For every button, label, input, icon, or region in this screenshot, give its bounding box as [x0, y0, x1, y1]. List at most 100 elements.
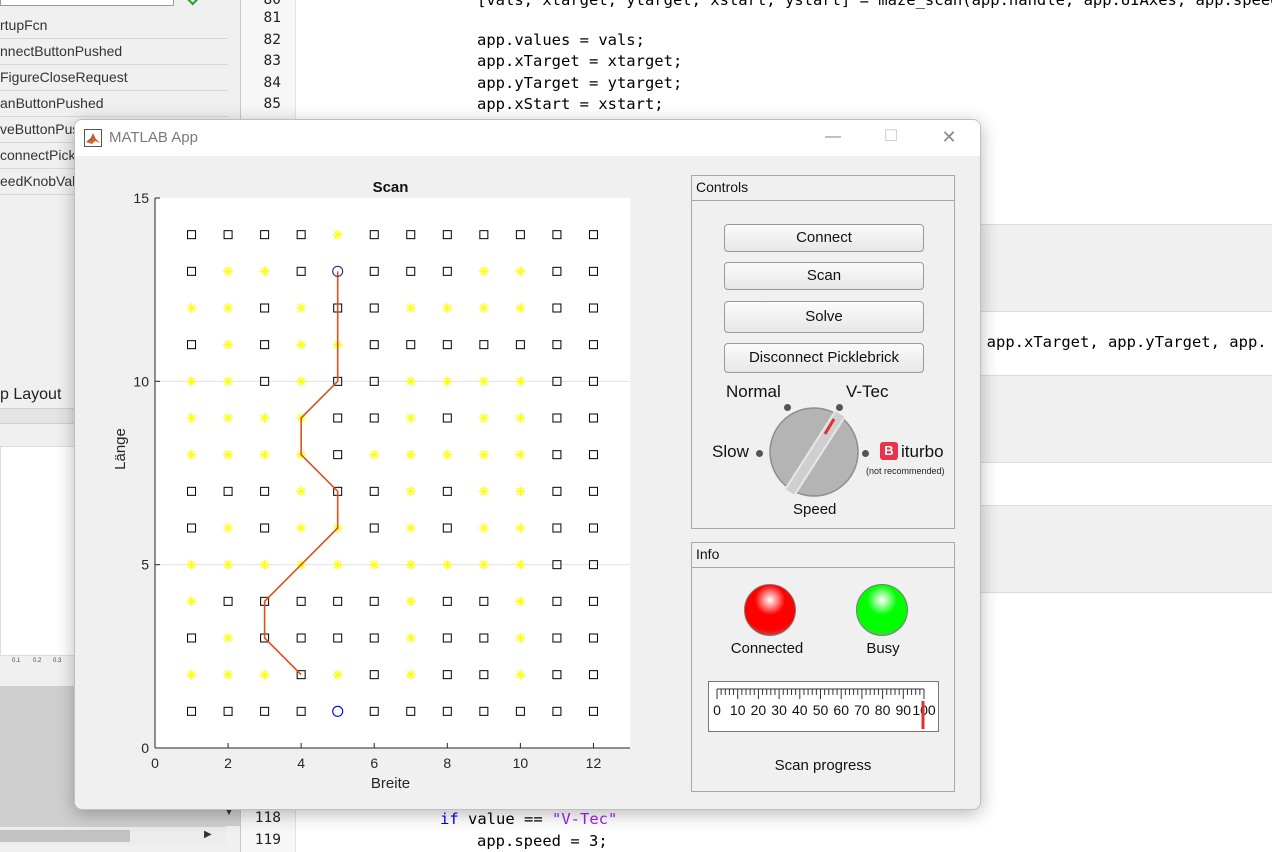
busy-label: Busy	[866, 640, 900, 657]
free-cell-marker	[259, 413, 270, 423]
free-cell-marker	[223, 449, 234, 460]
line-number: 80	[263, 0, 281, 8]
info-panel-title: Info	[692, 543, 954, 568]
x-tick-label: 2	[224, 755, 232, 771]
line-number: 83	[263, 53, 281, 69]
code-line[interactable]: [vals, xtarget, ytarget, xstart, ystart]…	[477, 0, 1272, 9]
preview-tick: 0.2	[33, 658, 42, 664]
callback-item[interactable]: anButtonPushed	[0, 91, 228, 117]
free-cell-marker	[478, 303, 489, 313]
free-cell-marker	[296, 486, 307, 497]
matlab-app-window: MATLAB App — ☐ ✕ 0 2 4 6 8 10 12 0 5 10 15 Scan Brei…	[74, 119, 981, 810]
code-keyword: if	[440, 810, 459, 828]
free-cell-marker	[259, 449, 270, 460]
connected-lamp	[744, 584, 796, 636]
callback-item[interactable]: nnectButtonPushed	[0, 39, 228, 65]
gauge-tick-label: 20	[751, 702, 767, 718]
scan-button[interactable]: Scan	[724, 262, 924, 290]
code-line[interactable]: app.xTarget = xtarget;	[477, 52, 682, 70]
connect-button[interactable]: Connect	[724, 224, 924, 252]
free-cell-marker	[369, 449, 380, 460]
controls-panel: Controls Connect Scan Solve Disconnect P…	[691, 175, 955, 529]
free-cell-marker	[223, 303, 234, 313]
x-tick-label: 4	[297, 755, 305, 771]
callback-item[interactable]: rtupFcn	[0, 13, 228, 39]
free-cell-marker	[405, 449, 416, 460]
matlab-logo-icon	[84, 129, 102, 147]
code-line[interactable]: app.values = vals;	[477, 31, 645, 49]
gauge-tick-label: 60	[833, 702, 849, 718]
line-number: 119	[254, 832, 281, 848]
horizontal-scrollbar[interactable]: ▶	[0, 826, 226, 845]
scan-axes[interactable]: 0 2 4 6 8 10 12 0 5 10 15 Scan Breite Länge	[75, 156, 675, 806]
x-tick-label: 8	[443, 755, 451, 771]
disconnect-picklebrick-button[interactable]: Disconnect Picklebrick	[724, 343, 924, 373]
line-number: 85	[263, 96, 281, 112]
gauge-tick-label: 40	[792, 702, 808, 718]
solve-button[interactable]: Solve	[724, 301, 924, 333]
free-cell-marker	[223, 523, 234, 533]
free-cell-marker	[442, 303, 453, 313]
add-callback-icon[interactable]	[185, 0, 199, 6]
gauge-tick-label: 70	[854, 702, 870, 718]
connected-label: Connected	[730, 640, 804, 657]
y-tick-label: 15	[133, 190, 149, 206]
maximize-button[interactable]: ☐	[862, 120, 920, 156]
code-line[interactable]: if value == "V-Tec"	[440, 810, 617, 828]
x-tick-label: 0	[151, 755, 159, 771]
free-cell-marker	[405, 486, 416, 497]
gauge-tick-label: 0	[713, 702, 721, 718]
x-tick-label: 6	[370, 755, 378, 771]
scroll-right-icon[interactable]: ▶	[204, 829, 212, 840]
info-panel: Info Connected Busy 01020304050607080901…	[691, 542, 955, 792]
callback-search-input[interactable]	[0, 0, 174, 6]
title-bar[interactable]: MATLAB App — ☐ ✕	[75, 120, 980, 156]
speed-knob[interactable]	[768, 406, 860, 498]
y-tick-label: 10	[133, 373, 149, 389]
busy-lamp	[856, 584, 908, 636]
free-cell-marker	[478, 413, 489, 423]
free-cell-marker	[405, 413, 416, 423]
free-cell-marker	[478, 523, 489, 533]
free-cell-marker	[442, 449, 453, 460]
line-number: 81	[263, 10, 281, 26]
free-cell-marker	[223, 669, 234, 680]
controls-panel-title: Controls	[692, 176, 954, 201]
knob-tick-slow	[756, 450, 763, 457]
knob-state-normal[interactable]: Normal	[726, 382, 781, 402]
y-axis-label: Länge	[112, 428, 129, 470]
gauge-tick-label: 30	[771, 702, 787, 718]
callback-item[interactable]: FigureCloseRequest	[0, 65, 228, 91]
gauge-tick-label: 10	[730, 702, 746, 718]
gauge-tick-label: 90	[896, 702, 912, 718]
chart-title: Scan	[373, 179, 409, 196]
free-cell-marker	[405, 669, 416, 680]
free-cell-marker	[223, 413, 234, 423]
gauge-tick-label: 50	[813, 702, 829, 718]
code-line[interactable]: app.yTarget = ytarget;	[477, 74, 682, 92]
close-button[interactable]: ✕	[920, 120, 978, 156]
scrollbar-thumb[interactable]	[0, 830, 130, 842]
knob-state-vtec[interactable]: V-Tec	[846, 382, 889, 402]
free-cell-marker	[296, 303, 307, 313]
window-title: MATLAB App	[109, 129, 198, 146]
plot-area	[155, 198, 630, 748]
component-panel-title: p Layout	[0, 386, 62, 403]
minimize-button[interactable]: —	[804, 120, 862, 156]
free-cell-marker	[332, 669, 343, 680]
knob-label: Speed	[793, 501, 837, 518]
y-tick-label: 0	[141, 740, 149, 756]
knob-state-iturbo[interactable]: iturbo	[901, 442, 944, 462]
preview-tick: 0.3	[53, 658, 62, 664]
code-line[interactable]: app.speed = 3;	[477, 832, 608, 850]
line-number: 118	[254, 810, 281, 826]
knob-note: (not recommended)	[866, 466, 945, 476]
free-cell-marker	[478, 486, 489, 497]
line-number: 84	[263, 75, 281, 91]
code-line[interactable]: , app.xTarget, app.yTarget, app.	[968, 333, 1267, 351]
b-logo-icon: B	[880, 442, 898, 460]
free-cell-marker	[223, 633, 234, 643]
free-cell-marker	[478, 449, 489, 460]
knob-state-slow[interactable]: Slow	[712, 442, 749, 462]
code-line[interactable]: app.xStart = xstart;	[477, 95, 664, 113]
